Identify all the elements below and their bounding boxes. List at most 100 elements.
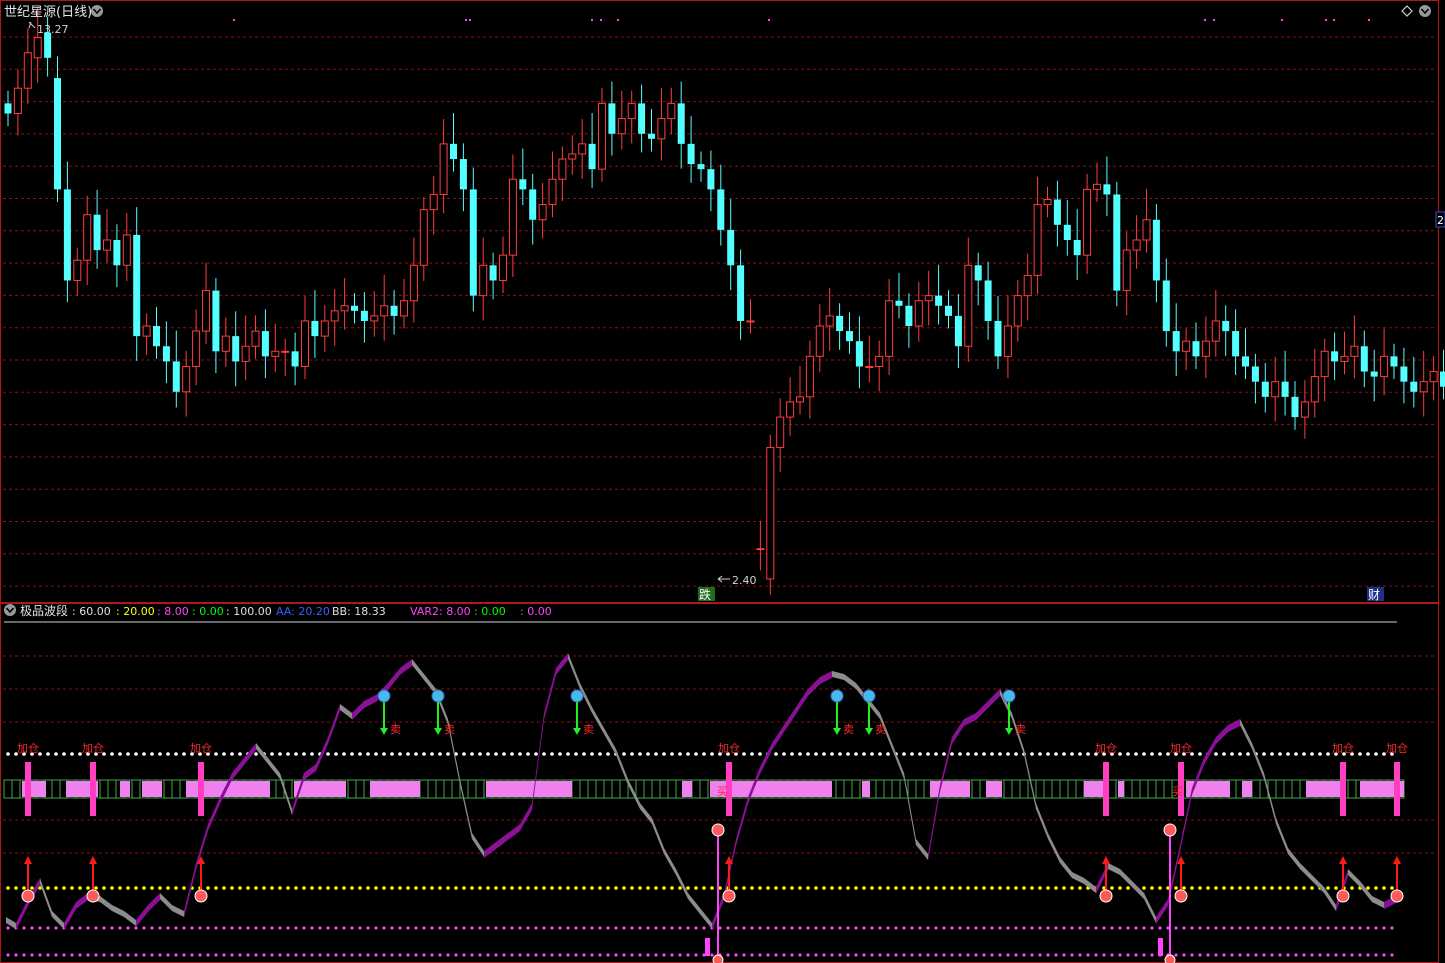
candle-body-down (261, 331, 269, 357)
diamond-icon[interactable] (1401, 5, 1413, 17)
level-dot-magenta (1014, 953, 1018, 957)
level-dot-yellow (1334, 886, 1338, 890)
level-dot-yellow (1326, 886, 1330, 890)
level-dot-yellow (430, 886, 434, 890)
level-dot-white (990, 752, 994, 756)
level-dot-white (662, 752, 666, 756)
candle-body-up (1182, 340, 1191, 352)
high-price-label: 13.27 (37, 23, 69, 36)
wave-segment-falling (1276, 818, 1288, 854)
level-dot-yellow (310, 886, 314, 890)
level-dot-magenta (782, 953, 786, 957)
level-dot-magenta (70, 926, 74, 930)
level-dot-magenta (1046, 926, 1050, 930)
wave-segment-falling (1120, 869, 1132, 887)
level-dot-magenta (582, 926, 586, 930)
candle-body-down (529, 189, 537, 220)
level-dot-magenta (486, 926, 490, 930)
candle-body-down (519, 179, 527, 190)
level-dot-white (918, 752, 922, 756)
level-dot-magenta (830, 926, 834, 930)
wave-segment-rising (304, 764, 316, 780)
level-dot-magenta (1334, 926, 1338, 930)
sell-label: 卖 (390, 723, 401, 736)
level-dot-yellow (254, 886, 258, 890)
band-segment (930, 781, 970, 797)
level-dot-yellow (1046, 886, 1050, 890)
level-dot-magenta (222, 953, 226, 957)
candle-body-up (1122, 249, 1131, 292)
level-dot-white (1014, 752, 1018, 756)
level-dot-magenta (78, 926, 82, 930)
level-dot-magenta (990, 926, 994, 930)
level-dot-magenta (342, 926, 346, 930)
level-dot-magenta (822, 953, 826, 957)
candle-body-up (538, 204, 547, 221)
level-dot-yellow (854, 886, 858, 890)
level-dot-white (118, 752, 122, 756)
sell-signal-orb (570, 689, 584, 703)
level-dot-yellow (1190, 886, 1194, 890)
level-dot-magenta (302, 926, 306, 930)
level-dot-magenta (406, 953, 410, 957)
level-dot-magenta (1174, 953, 1178, 957)
level-dot-magenta (334, 953, 338, 957)
wave-segment-rising (184, 863, 196, 918)
level-dot-yellow (214, 886, 218, 890)
level-dot-magenta (6, 926, 10, 930)
level-dot-white (270, 752, 274, 756)
band-segment (142, 781, 162, 797)
buy-signal-orb (194, 889, 208, 903)
level-dot-yellow (302, 886, 306, 890)
level-dot-magenta (598, 953, 602, 957)
level-dot-magenta (1198, 953, 1202, 957)
level-dot-white (862, 752, 866, 756)
level-dot-magenta (1022, 953, 1026, 957)
candle-body-down (935, 295, 943, 306)
wave-segment-falling (1132, 881, 1144, 899)
level-dot-yellow (830, 886, 834, 890)
level-dot-white (294, 752, 298, 756)
level-dot-yellow (638, 886, 642, 890)
level-dot-white (526, 752, 530, 756)
level-dot-yellow (158, 886, 162, 890)
level-dot-yellow (446, 886, 450, 890)
level-dot-yellow (670, 886, 674, 890)
cai-marker: 财 (1367, 587, 1384, 602)
level-dot-yellow (70, 886, 74, 890)
level-dot-magenta (1294, 953, 1298, 957)
level-dot-white (966, 752, 970, 756)
level-dot-magenta (814, 953, 818, 957)
level-dot-magenta (326, 953, 330, 957)
indicator-param-7: VAR2: 8.00 (410, 605, 471, 618)
level-dot-yellow (414, 886, 418, 890)
buy-arrow-head (24, 856, 32, 864)
level-dot-magenta (446, 953, 450, 957)
level-dot-white (822, 752, 826, 756)
level-dot-magenta (606, 953, 610, 957)
period-dropdown-icon[interactable] (91, 5, 103, 17)
level-dot-white (1230, 752, 1234, 756)
level-dot-yellow (230, 886, 234, 890)
level-dot-yellow (1310, 886, 1314, 890)
level-dot-white (1278, 752, 1282, 756)
candle-body-down (172, 361, 180, 392)
level-dot-yellow (750, 886, 754, 890)
level-dot-white (1142, 752, 1146, 756)
candle-body-down (1103, 184, 1111, 195)
level-dot-magenta (190, 953, 194, 957)
level-dot-magenta (502, 926, 506, 930)
level-dot-magenta (110, 953, 114, 957)
level-dot-magenta (1038, 953, 1042, 957)
level-dot-magenta (766, 926, 770, 930)
level-dot-yellow (542, 886, 546, 890)
band-segment (1306, 781, 1340, 797)
level-dot-magenta (686, 953, 690, 957)
level-dot-magenta (758, 953, 762, 957)
level-dot-magenta (862, 926, 866, 930)
indicator-dropdown-icon[interactable] (4, 604, 16, 616)
level-dot-yellow (838, 886, 842, 890)
level-dot-magenta (838, 953, 842, 957)
level-dot-white (510, 752, 514, 756)
expand-icon[interactable] (1419, 5, 1431, 17)
